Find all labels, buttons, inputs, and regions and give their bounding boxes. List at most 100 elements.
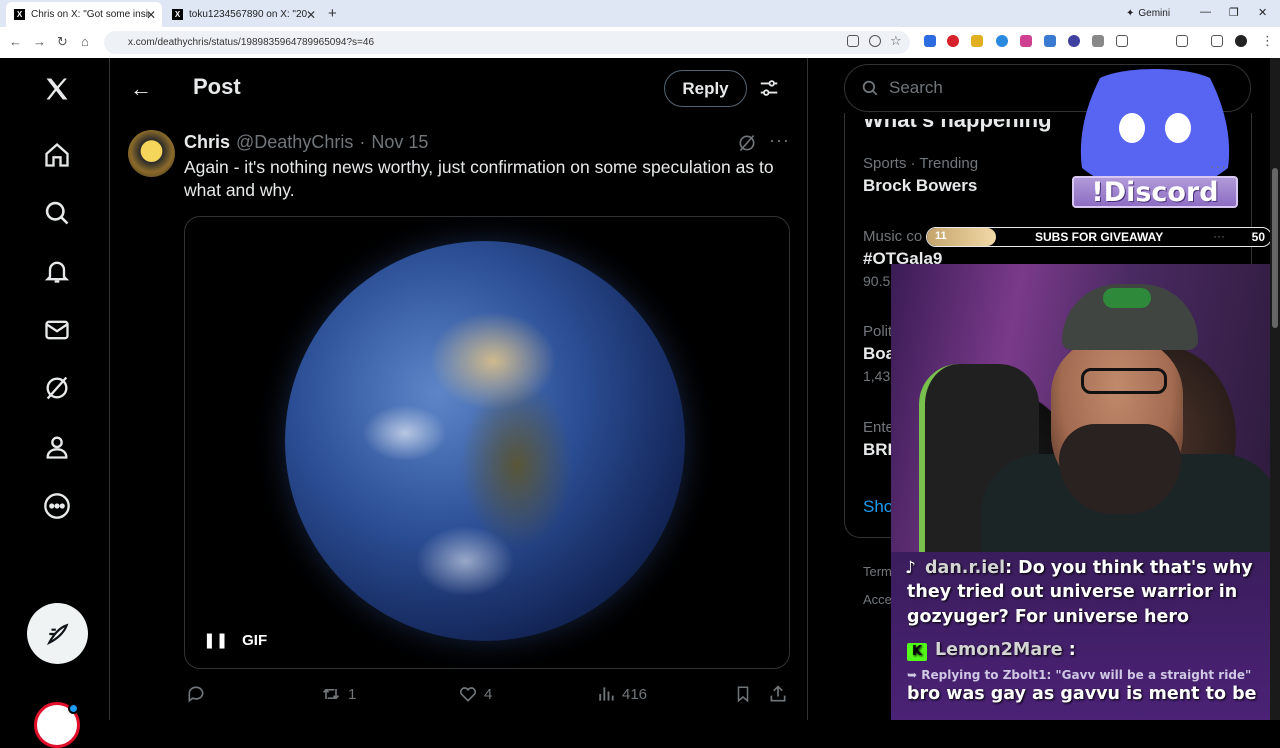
trend-context: Sports · Trending <box>863 155 979 172</box>
extension-icon[interactable] <box>971 35 983 47</box>
subs-goal-bar: 11 SUBS FOR GIVEAWAY ··· 50 <box>926 227 1272 247</box>
post-text: Again - it's nothing news worthy, just c… <box>184 157 774 200</box>
gemini-button[interactable]: ✦ Gemini <box>1120 5 1176 22</box>
author-line: Chris @DeathyChris · Nov 15 <box>184 132 428 153</box>
browser-chrome: X Chris on X: "Got some insight i ✕ X to… <box>0 0 1280 58</box>
heart-icon <box>459 687 477 702</box>
home-nav-icon[interactable]: ⌂ <box>81 34 89 49</box>
split-view-icon[interactable] <box>1176 35 1188 47</box>
extension-icon[interactable] <box>947 35 959 47</box>
url-field[interactable]: x.com/deathychris/status/198983596478996… <box>104 31 910 54</box>
cap-patch <box>1103 288 1151 308</box>
view-count: 416 <box>622 685 648 703</box>
media-icon[interactable] <box>1211 35 1223 47</box>
account-avatar[interactable] <box>34 702 80 748</box>
profile-avatar[interactable] <box>1235 35 1247 47</box>
chat-text: they tried out universe warrior in <box>907 582 1238 602</box>
reply-button[interactable]: Reply <box>664 70 747 107</box>
extensions-puzzle-icon[interactable] <box>1116 35 1128 47</box>
sliders-icon[interactable] <box>758 77 780 104</box>
tab-title: toku1234567890 on X: "2026 V <box>189 9 307 20</box>
search-icon <box>862 80 878 96</box>
show-more-link[interactable]: Sho <box>863 497 893 517</box>
share-action[interactable] <box>768 684 788 704</box>
repost-icon <box>322 688 340 700</box>
trend-item[interactable]: Sports · Trending Brock Bowers <box>863 155 978 196</box>
reload-icon[interactable]: ↻ <box>57 34 68 50</box>
chat-text: bro was gay as gavvu is ment to be <box>907 684 1257 704</box>
address-bar-row: ← → ↻ ⌂ x.com/deathychris/status/1989835… <box>0 27 1280 58</box>
views-action[interactable]: 416 <box>596 684 647 704</box>
chat-text: : Do you think that's why <box>1005 558 1253 578</box>
chat-text: : <box>1068 640 1076 660</box>
subs-goal-label: SUBS FOR GIVEAWAY <box>1035 230 1164 244</box>
pause-icon[interactable]: ❚❚ <box>203 631 228 649</box>
more-options-icon[interactable] <box>40 489 74 523</box>
minimize-button[interactable]: — <box>1200 6 1211 18</box>
extension-icon[interactable] <box>1020 35 1032 47</box>
views-chart-icon <box>599 687 614 701</box>
url-text: x.com/deathychris/status/198983596478996… <box>128 37 375 48</box>
bookmark-action[interactable] <box>734 684 752 704</box>
discord-command-label: !Discord <box>1072 176 1238 208</box>
browser-tab-active[interactable]: X Chris on X: "Got some insight i ✕ <box>6 2 162 27</box>
trend-item[interactable]: Ente BRI <box>863 419 894 460</box>
trend-name: BRI <box>863 440 893 459</box>
more-dots-icon[interactable]: ··· <box>769 130 790 151</box>
grok-explain-icon[interactable] <box>737 133 757 158</box>
chat-message: ♪ dan.r.iel: Do you think that's why <box>905 558 1253 578</box>
explore-search-icon[interactable] <box>40 196 74 230</box>
zoom-icon[interactable] <box>869 35 881 47</box>
gif-media[interactable]: ❚❚ GIF <box>184 216 790 669</box>
like-action[interactable]: 4 <box>458 684 492 704</box>
messages-envelope-icon[interactable] <box>40 313 74 347</box>
browser-menu-icon[interactable]: ⋮ <box>1261 33 1274 49</box>
grok-icon[interactable] <box>40 371 74 405</box>
bookmark-icon <box>737 686 749 703</box>
chat-message: K Lemon2Mare : <box>907 640 1076 661</box>
x-logo-icon[interactable] <box>40 72 74 106</box>
close-tab-icon[interactable]: ✕ <box>306 8 316 22</box>
extension-icon[interactable] <box>1068 35 1080 47</box>
scrollbar-thumb[interactable] <box>1272 168 1278 328</box>
profile-icon[interactable] <box>40 430 74 464</box>
close-window-button[interactable]: ✕ <box>1258 6 1267 19</box>
share-icon <box>770 685 786 702</box>
forward-nav-icon[interactable]: → <box>33 34 46 49</box>
bookmark-star-icon[interactable]: ☆ <box>890 33 902 49</box>
subs-goal-target: 50 <box>1251 230 1265 244</box>
install-icon[interactable] <box>847 35 859 47</box>
streamer-beard <box>1059 424 1181 514</box>
gemini-icon: ✦ <box>1126 8 1135 19</box>
x-favicon-icon: X <box>14 9 25 20</box>
extension-icon[interactable] <box>1092 35 1104 47</box>
trend-more-dots-icon[interactable]: ··· <box>1210 158 1227 174</box>
home-icon[interactable] <box>40 138 74 172</box>
author-avatar[interactable] <box>128 130 175 177</box>
post-date[interactable]: Nov 15 <box>371 132 428 153</box>
tiktok-icon: ♪ <box>905 558 916 578</box>
back-arrow-icon[interactable]: ← <box>130 76 152 102</box>
maximize-button[interactable]: ❐ <box>1229 6 1239 19</box>
separator: · <box>359 132 366 152</box>
streamer-webcam <box>891 264 1280 552</box>
new-tab-button[interactable]: + <box>328 5 337 22</box>
author-name[interactable]: Chris <box>184 132 230 153</box>
reply-action[interactable] <box>186 684 212 704</box>
extension-icon[interactable] <box>924 35 936 47</box>
kick-icon: K <box>907 643 927 661</box>
main-column: ← Post Reply Chris @DeathyChris · Nov 15… <box>110 58 808 720</box>
author-handle[interactable]: @DeathyChris <box>236 132 353 153</box>
page-scrollbar[interactable] <box>1270 58 1280 720</box>
subs-goal-dots: ··· <box>1213 229 1225 243</box>
compose-post-button[interactable] <box>27 603 88 664</box>
extension-icon[interactable] <box>996 35 1008 47</box>
extension-icon[interactable] <box>1044 35 1056 47</box>
notifications-bell-icon[interactable] <box>40 254 74 288</box>
close-tab-icon[interactable]: ✕ <box>146 8 156 22</box>
browser-tab[interactable]: X toku1234567890 on X: "2026 V ✕ <box>164 2 322 27</box>
subs-goal-current: 11 <box>935 230 947 242</box>
repost-action[interactable]: 1 <box>320 684 356 704</box>
back-nav-icon[interactable]: ← <box>9 34 22 49</box>
gif-badge: GIF <box>242 631 268 649</box>
